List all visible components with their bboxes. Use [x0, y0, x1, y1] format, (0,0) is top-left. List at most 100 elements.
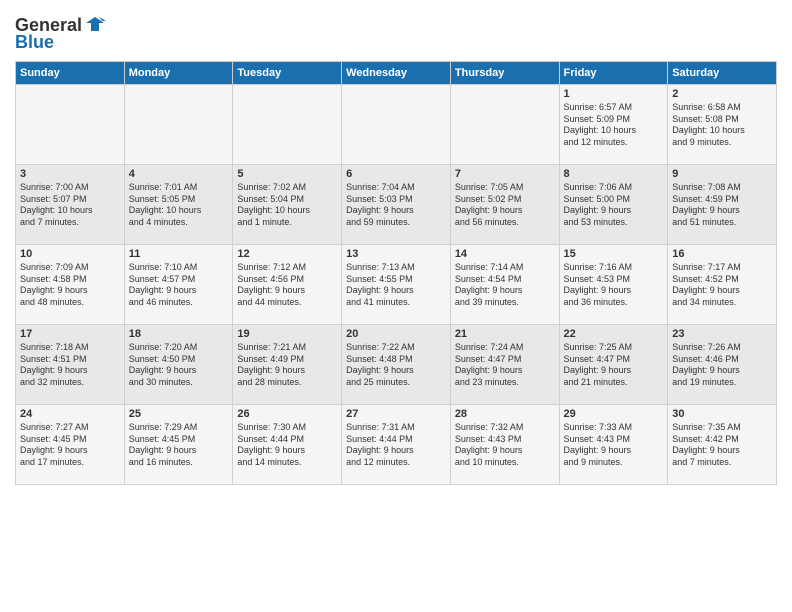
calendar-cell: 7Sunrise: 7:05 AM Sunset: 5:02 PM Daylig… [450, 165, 559, 245]
weekday-header-monday: Monday [124, 62, 233, 85]
weekday-header-thursday: Thursday [450, 62, 559, 85]
day-info: Sunrise: 6:58 AM Sunset: 5:08 PM Dayligh… [672, 102, 772, 149]
logo-bird-icon [84, 13, 106, 35]
weekday-header-saturday: Saturday [668, 62, 777, 85]
day-number: 9 [672, 168, 772, 180]
calendar-cell: 26Sunrise: 7:30 AM Sunset: 4:44 PM Dayli… [233, 405, 342, 485]
day-info: Sunrise: 7:24 AM Sunset: 4:47 PM Dayligh… [455, 342, 555, 389]
day-info: Sunrise: 7:17 AM Sunset: 4:52 PM Dayligh… [672, 262, 772, 309]
logo-text-block: General Blue [15, 15, 106, 53]
calendar-cell: 1 Sunrise: 6:57 AM Sunset: 5:09 PM Daylig… [559, 85, 668, 165]
day-number: 16 [672, 248, 772, 260]
day-number: 22 [564, 328, 664, 340]
calendar-cell: 21 Sunrise: 7:24 AM Sunset: 4:47 PM Dayli… [450, 325, 559, 405]
day-number: 17 [20, 328, 120, 340]
day-number: 20 [346, 328, 446, 340]
day-info: Sunrise: 7:14 AM Sunset: 4:54 PM Dayligh… [455, 262, 555, 309]
calendar-week-row: 17 Sunrise: 7:18 AM Sunset: 4:51 PM Dayli… [16, 325, 777, 405]
day-number: 18 [129, 328, 229, 340]
day-info: Sunrise: 7:27 AM Sunset: 4:45 PM Dayligh… [20, 422, 120, 469]
day-number: 4 [129, 168, 229, 180]
day-info: Sunrise: 7:32 AM Sunset: 4:43 PM Dayligh… [455, 422, 555, 469]
day-info: Sunrise: 7:10 AM Sunset: 4:57 PM Dayligh… [129, 262, 229, 309]
day-number: 1 [564, 88, 664, 100]
weekday-header-sunday: Sunday [16, 62, 125, 85]
calendar-cell: 12Sunrise: 7:12 AM Sunset: 4:56 PM Dayli… [233, 245, 342, 325]
day-info: Sunrise: 7:13 AM Sunset: 4:55 PM Dayligh… [346, 262, 446, 309]
day-number: 6 [346, 168, 446, 180]
calendar-week-row: 24 Sunrise: 7:27 AM Sunset: 4:45 PM Dayli… [16, 405, 777, 485]
day-number: 7 [455, 168, 555, 180]
page-container: General Blue SundayMondayTuesdayWednesda… [0, 0, 792, 495]
calendar-cell: 14 Sunrise: 7:14 AM Sunset: 4:54 PM Dayli… [450, 245, 559, 325]
logo: General Blue [15, 15, 106, 53]
day-info: Sunrise: 7:29 AM Sunset: 4:45 PM Dayligh… [129, 422, 229, 469]
day-info: Sunrise: 7:02 AM Sunset: 5:04 PM Dayligh… [237, 182, 337, 229]
calendar-header: SundayMondayTuesdayWednesdayThursdayFrid… [16, 62, 777, 85]
calendar-week-row: 1 Sunrise: 6:57 AM Sunset: 5:09 PM Daylig… [16, 85, 777, 165]
day-info: Sunrise: 7:06 AM Sunset: 5:00 PM Dayligh… [564, 182, 664, 229]
calendar-body: 1 Sunrise: 6:57 AM Sunset: 5:09 PM Daylig… [16, 85, 777, 485]
calendar-cell: 22 Sunrise: 7:25 AM Sunset: 4:47 PM Dayli… [559, 325, 668, 405]
calendar-cell: 18 Sunrise: 7:20 AM Sunset: 4:50 PM Dayli… [124, 325, 233, 405]
day-number: 8 [564, 168, 664, 180]
calendar-cell: 16 Sunrise: 7:17 AM Sunset: 4:52 PM Dayli… [668, 245, 777, 325]
day-info: Sunrise: 7:35 AM Sunset: 4:42 PM Dayligh… [672, 422, 772, 469]
day-number: 28 [455, 408, 555, 420]
day-number: 21 [455, 328, 555, 340]
day-number: 30 [672, 408, 772, 420]
day-number: 11 [129, 248, 229, 260]
calendar-cell: 3 Sunrise: 7:00 AM Sunset: 5:07 PM Daylig… [16, 165, 125, 245]
calendar-week-row: 3 Sunrise: 7:00 AM Sunset: 5:07 PM Daylig… [16, 165, 777, 245]
calendar-cell: 5 Sunrise: 7:02 AM Sunset: 5:04 PM Daylig… [233, 165, 342, 245]
day-info: Sunrise: 7:21 AM Sunset: 4:49 PM Dayligh… [237, 342, 337, 389]
day-info: Sunrise: 7:31 AM Sunset: 4:44 PM Dayligh… [346, 422, 446, 469]
calendar-cell [450, 85, 559, 165]
day-info: Sunrise: 7:04 AM Sunset: 5:03 PM Dayligh… [346, 182, 446, 229]
calendar-cell: 13 Sunrise: 7:13 AM Sunset: 4:55 PM Dayli… [342, 245, 451, 325]
calendar-cell: 11 Sunrise: 7:10 AM Sunset: 4:57 PM Dayli… [124, 245, 233, 325]
day-number: 10 [20, 248, 120, 260]
day-info: Sunrise: 6:57 AM Sunset: 5:09 PM Dayligh… [564, 102, 664, 149]
day-number: 15 [564, 248, 664, 260]
day-number: 23 [672, 328, 772, 340]
day-number: 5 [237, 168, 337, 180]
calendar-cell: 17 Sunrise: 7:18 AM Sunset: 4:51 PM Dayli… [16, 325, 125, 405]
day-number: 14 [455, 248, 555, 260]
weekday-header-row: SundayMondayTuesdayWednesdayThursdayFrid… [16, 62, 777, 85]
weekday-header-friday: Friday [559, 62, 668, 85]
day-number: 12 [237, 248, 337, 260]
day-number: 3 [20, 168, 120, 180]
day-number: 13 [346, 248, 446, 260]
day-number: 25 [129, 408, 229, 420]
day-info: Sunrise: 7:26 AM Sunset: 4:46 PM Dayligh… [672, 342, 772, 389]
day-number: 29 [564, 408, 664, 420]
calendar-cell: 25 Sunrise: 7:29 AM Sunset: 4:45 PM Dayli… [124, 405, 233, 485]
day-info: Sunrise: 7:00 AM Sunset: 5:07 PM Dayligh… [20, 182, 120, 229]
calendar-cell: 19 Sunrise: 7:21 AM Sunset: 4:49 PM Dayli… [233, 325, 342, 405]
calendar-cell: 30 Sunrise: 7:35 AM Sunset: 4:42 PM Dayli… [668, 405, 777, 485]
day-info: Sunrise: 7:01 AM Sunset: 5:05 PM Dayligh… [129, 182, 229, 229]
calendar-cell: 27Sunrise: 7:31 AM Sunset: 4:44 PM Dayli… [342, 405, 451, 485]
calendar-cell: 9 Sunrise: 7:08 AM Sunset: 4:59 PM Daylig… [668, 165, 777, 245]
weekday-header-tuesday: Tuesday [233, 62, 342, 85]
day-info: Sunrise: 7:25 AM Sunset: 4:47 PM Dayligh… [564, 342, 664, 389]
calendar-cell: 23 Sunrise: 7:26 AM Sunset: 4:46 PM Dayli… [668, 325, 777, 405]
day-number: 24 [20, 408, 120, 420]
calendar-cell: 2Sunrise: 6:58 AM Sunset: 5:08 PM Daylig… [668, 85, 777, 165]
day-info: Sunrise: 7:20 AM Sunset: 4:50 PM Dayligh… [129, 342, 229, 389]
day-number: 19 [237, 328, 337, 340]
day-info: Sunrise: 7:08 AM Sunset: 4:59 PM Dayligh… [672, 182, 772, 229]
calendar-cell: 15 Sunrise: 7:16 AM Sunset: 4:53 PM Dayli… [559, 245, 668, 325]
calendar-cell [233, 85, 342, 165]
calendar-cell: 4 Sunrise: 7:01 AM Sunset: 5:05 PM Daylig… [124, 165, 233, 245]
weekday-header-wednesday: Wednesday [342, 62, 451, 85]
calendar-cell: 29 Sunrise: 7:33 AM Sunset: 4:43 PM Dayli… [559, 405, 668, 485]
calendar-cell: 24 Sunrise: 7:27 AM Sunset: 4:45 PM Dayli… [16, 405, 125, 485]
day-info: Sunrise: 7:33 AM Sunset: 4:43 PM Dayligh… [564, 422, 664, 469]
day-info: Sunrise: 7:22 AM Sunset: 4:48 PM Dayligh… [346, 342, 446, 389]
day-info: Sunrise: 7:16 AM Sunset: 4:53 PM Dayligh… [564, 262, 664, 309]
day-info: Sunrise: 7:18 AM Sunset: 4:51 PM Dayligh… [20, 342, 120, 389]
day-info: Sunrise: 7:30 AM Sunset: 4:44 PM Dayligh… [237, 422, 337, 469]
calendar-cell: 28 Sunrise: 7:32 AM Sunset: 4:43 PM Dayli… [450, 405, 559, 485]
